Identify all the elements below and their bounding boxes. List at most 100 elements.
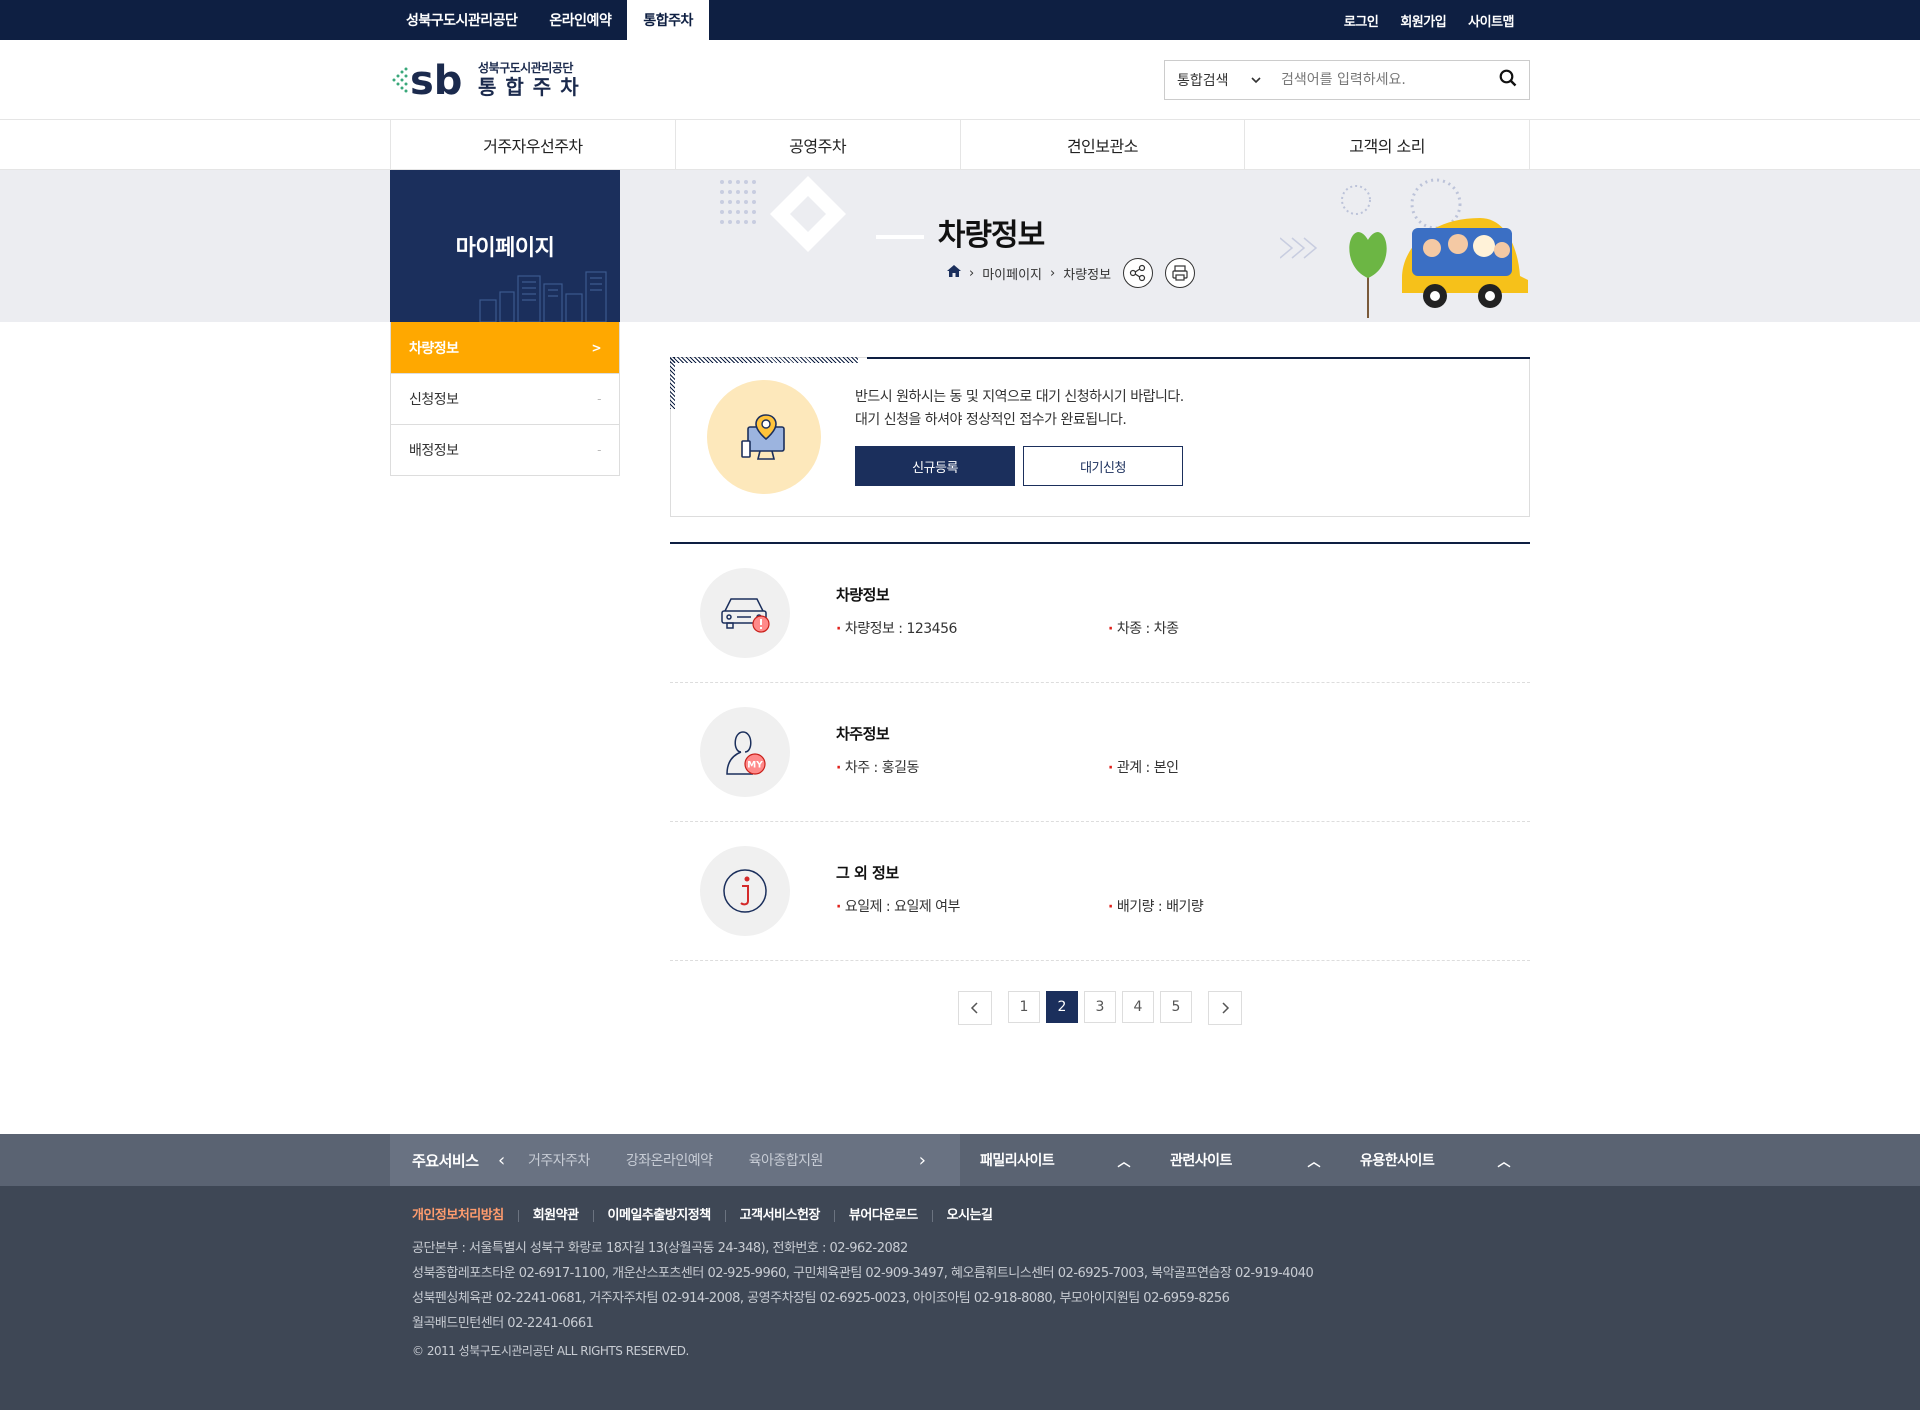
search-icon	[1499, 69, 1517, 91]
search-button[interactable]	[1487, 61, 1529, 99]
login-link[interactable]: 로그인	[1344, 11, 1379, 30]
main-service-link[interactable]: 강좌온라인예약	[626, 1150, 713, 1170]
footer-service-bar: 주요서비스 ‹ 거주자주차 강좌온라인예약 육아종합지원 › 패밀리사이트 ︿ …	[0, 1134, 1920, 1186]
next-page-button[interactable]	[1208, 991, 1242, 1025]
page-button[interactable]: 1	[1008, 991, 1040, 1023]
vehicle-info-list: 차량정보 · 차량정보 : 123456 · 차종 : 차종 MY 차주정보 ·…	[670, 542, 1530, 961]
content: 반드시 원하시는 동 및 지역으로 대기 신청하시기 바랍니다. 대기 신청을 …	[670, 322, 1530, 1025]
viewer-download-link[interactable]: 뷰어다운로드	[833, 1209, 932, 1222]
footer: 개인정보처리방침 회원약관 이메일추출방지정책 고객서비스헌장 뷰어다운로드 오…	[0, 1186, 1920, 1410]
notice-text: 반드시 원하시는 동 및 지역으로 대기 신청하시기 바랍니다. 대기 신청을 …	[855, 386, 1184, 432]
info-row-owner: MY 차주정보 · 차주 : 홍길동 · 관계 : 본인	[670, 683, 1530, 822]
side-menu-item-vehicle-info[interactable]: 차량정보 >	[391, 322, 619, 373]
share-icon	[1129, 264, 1146, 282]
useful-site-dropdown[interactable]: 유용한사이트 ︿	[1340, 1134, 1530, 1186]
email-policy-link[interactable]: 이메일추출방지정책	[592, 1209, 725, 1222]
main-service-link[interactable]: 육아종합지원	[749, 1150, 824, 1170]
info-field: · 관계 : 본인	[1108, 760, 1179, 776]
privacy-policy-link[interactable]: 개인정보처리방침	[412, 1209, 518, 1222]
logo[interactable]: sb 성북구도시관리공단 통합주차	[390, 58, 588, 104]
info-i-icon	[700, 846, 790, 936]
logo-mark-icon: sb	[390, 58, 474, 104]
prev-page-button[interactable]	[958, 991, 992, 1025]
home-icon[interactable]	[947, 265, 961, 281]
logo-subtitle: 성북구도시관리공단	[478, 61, 573, 76]
side-menu-item-label: 차량정보	[409, 340, 459, 357]
car-alert-icon	[700, 568, 790, 658]
side-menu: 차량정보 > 신청정보 - 배정정보 -	[390, 322, 620, 476]
title-dash	[875, 234, 924, 239]
search-category-select[interactable]: 통합검색	[1165, 61, 1273, 99]
notice-line-1: 반드시 원하시는 동 및 지역으로 대기 신청하시기 바랍니다.	[855, 389, 1184, 405]
header: sb 성북구도시관리공단 통합주차 통합검색	[0, 40, 1920, 120]
main-services-title: 주요서비스	[412, 1151, 479, 1170]
print-button[interactable]	[1165, 258, 1196, 288]
footer-links: 개인정보처리방침 회원약관 이메일추출방지정책 고객서비스헌장 뷰어다운로드 오…	[412, 1209, 1508, 1222]
chevron-up-icon: ︿	[1307, 1154, 1320, 1170]
notice-box: 반드시 원하시는 동 및 지역으로 대기 신청하시기 바랍니다. 대기 신청을 …	[670, 357, 1530, 517]
breadcrumb-item[interactable]: 마이페이지	[982, 264, 1042, 283]
page-button[interactable]: 4	[1122, 991, 1154, 1023]
side-menu-item-assignment-info[interactable]: 배정정보 -	[391, 424, 619, 475]
top-bar: 성북구도시관리공단 온라인예약 통합주차 로그인 회원가입 사이트맵	[0, 0, 1920, 40]
chevron-right-icon[interactable]: ›	[908, 1150, 938, 1171]
topbar-link-online-reservation[interactable]: 온라인예약	[533, 0, 627, 40]
info-field: · 차종 : 차종	[1108, 621, 1179, 637]
topbar-link-integrated-parking[interactable]: 통합주차	[627, 0, 709, 40]
svg-text:MY: MY	[747, 761, 763, 771]
family-site-dropdown[interactable]: 패밀리사이트 ︿	[960, 1134, 1150, 1186]
dash-icon: -	[597, 392, 601, 406]
share-button[interactable]	[1123, 258, 1154, 288]
dropdown-label: 관련사이트	[1170, 1153, 1232, 1169]
pagination: 1 2 3 4 5	[670, 991, 1530, 1025]
page-button[interactable]: 3	[1084, 991, 1116, 1023]
info-row-other: 그 외 정보 · 요일제 : 요일제 여부 · 배기량 : 배기량	[670, 822, 1530, 961]
city-illustration-icon	[479, 271, 607, 322]
main-service-link[interactable]: 거주자주차	[528, 1150, 590, 1170]
side-menu-item-label: 배정정보	[409, 443, 459, 459]
print-icon	[1172, 265, 1188, 281]
gnb-item-public-parking[interactable]: 공영주차	[676, 120, 961, 170]
address-line: 성북펜싱체육관 02-2241-0681, 거주자주차팀 02-914-2008…	[412, 1291, 1230, 1306]
gnb-item-resident-parking[interactable]: 거주자우선주차	[391, 120, 676, 170]
page-button[interactable]: 5	[1160, 991, 1192, 1023]
new-registration-button[interactable]: 신규등록	[855, 446, 1015, 486]
chevron-up-icon: ︿	[1117, 1154, 1130, 1170]
page-button-current[interactable]: 2	[1046, 991, 1078, 1023]
info-field: · 요일제 : 요일제 여부	[836, 899, 960, 915]
directions-link[interactable]: 오시는길	[931, 1209, 1007, 1222]
terms-link[interactable]: 회원약관	[517, 1209, 593, 1222]
info-title: 차주정보	[836, 725, 890, 743]
search-input[interactable]	[1273, 62, 1487, 98]
breadcrumb-separator: ›	[1050, 265, 1056, 281]
breadcrumb-separator: ›	[969, 265, 975, 281]
notice-hatch-vertical	[670, 357, 675, 409]
footer-address: 공단본부 : 서울특별시 성북구 화랑로 18자길 13(상월곡동 24-348…	[412, 1236, 1508, 1336]
chevron-right-icon: >	[591, 340, 601, 355]
topbar-link-gongdan[interactable]: 성북구도시관리공단	[390, 0, 533, 40]
gnb-item-tow-storage[interactable]: 견인보관소	[961, 120, 1246, 170]
notice-line-2: 대기 신청을 하셔야 정상적인 접수가 완료됩니다.	[855, 412, 1127, 428]
wait-application-button[interactable]: 대기신청	[1023, 446, 1183, 486]
search-category-value: 통합검색	[1177, 73, 1229, 89]
logo-title: 통합주차	[478, 74, 588, 99]
info-field: · 배기량 : 배기량	[1108, 899, 1204, 915]
signup-link[interactable]: 회원가입	[1400, 11, 1446, 30]
gnb-item-customer-voice[interactable]: 고객의 소리	[1245, 120, 1530, 170]
sitemap-link[interactable]: 사이트맵	[1468, 11, 1514, 30]
main-services: 주요서비스 ‹ 거주자주차 강좌온라인예약 육아종합지원 ›	[390, 1134, 960, 1186]
chevron-down-icon	[1251, 72, 1261, 88]
car-family-illustration-icon	[1280, 178, 1528, 318]
related-site-dropdown[interactable]: 관련사이트 ︿	[1150, 1134, 1340, 1186]
user-my-icon: MY	[700, 707, 790, 797]
customer-charter-link[interactable]: 고객서비스헌장	[724, 1209, 834, 1222]
info-title: 차량정보	[836, 586, 890, 604]
chevron-left-icon[interactable]: ‹	[498, 1150, 528, 1171]
dash-icon: -	[597, 443, 601, 457]
info-row-vehicle: 차량정보 · 차량정보 : 123456 · 차종 : 차종	[670, 544, 1530, 683]
sub-visual: 마이페이지 차량정보 › 마이페이지 › 차량정보	[0, 170, 1920, 322]
notice-hatch	[670, 357, 858, 363]
breadcrumb: › 마이페이지 › 차량정보	[947, 258, 1196, 288]
side-menu-item-application-info[interactable]: 신청정보 -	[391, 373, 619, 424]
search-box: 통합검색	[1164, 60, 1530, 100]
